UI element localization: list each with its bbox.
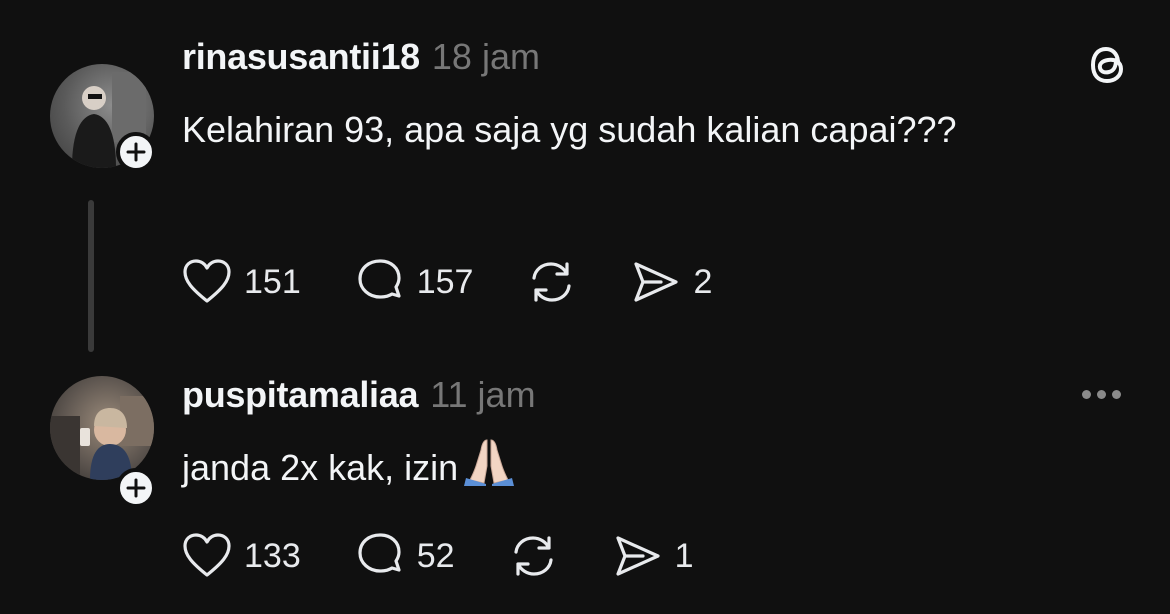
reply-count: 157 (416, 262, 474, 301)
post-header: puspitamaliaa 11 jam (182, 374, 536, 416)
username[interactable]: puspitamaliaa (182, 374, 418, 416)
timestamp: 11 jam (430, 374, 536, 415)
reply-button[interactable]: 157 (355, 258, 474, 306)
share-icon (634, 262, 679, 302)
dot (1097, 390, 1106, 399)
repost-button[interactable] (527, 258, 577, 306)
heart-icon (183, 533, 231, 577)
dot (1082, 390, 1091, 399)
like-button[interactable]: 151 (182, 258, 301, 306)
reply-button[interactable]: 52 (355, 532, 455, 580)
folded-hands-emoji (460, 436, 518, 504)
post-puspitamaliaa[interactable]: puspitamaliaa 11 jam janda 2x kak, izin … (0, 360, 1170, 614)
post-header: rinasusantii18 18 jam (182, 36, 540, 78)
repost-icon (532, 262, 572, 302)
share-button[interactable]: 1 (613, 532, 694, 580)
like-button[interactable]: 133 (182, 532, 301, 580)
like-count: 133 (244, 536, 301, 575)
threads-logo-icon[interactable] (1084, 40, 1130, 95)
heart-icon (183, 259, 231, 303)
post-text: janda 2x kak, izin (182, 436, 1002, 504)
plus-icon (126, 478, 146, 498)
share-count: 2 (693, 262, 713, 301)
repost-icon (513, 536, 553, 576)
dot (1112, 390, 1121, 399)
post-actions: 151 157 2 (182, 258, 766, 306)
more-options-icon[interactable] (1082, 390, 1121, 399)
post-rinasusantii18[interactable]: rinasusantii18 18 jam Kelahiran 93, apa … (0, 0, 1170, 360)
thread-line (88, 200, 94, 352)
share-icon (615, 536, 660, 576)
post-text: Kelahiran 93, apa saja yg sudah kalian c… (182, 109, 957, 150)
reply-count: 52 (416, 536, 455, 575)
comment-icon (358, 259, 401, 299)
follow-button[interactable] (116, 468, 156, 508)
avatar[interactable] (50, 376, 154, 480)
post-text-content: janda 2x kak, izin (182, 447, 459, 488)
share-count: 1 (674, 536, 694, 575)
share-button[interactable]: 2 (631, 258, 712, 306)
like-count: 151 (244, 262, 301, 301)
plus-icon (126, 142, 146, 162)
repost-button[interactable] (509, 532, 559, 580)
comment-icon (358, 533, 401, 573)
timestamp: 18 jam (431, 36, 540, 77)
username[interactable]: rinasusantii18 (182, 36, 420, 78)
follow-button[interactable] (116, 132, 156, 172)
post-actions: 133 52 1 (182, 532, 747, 580)
